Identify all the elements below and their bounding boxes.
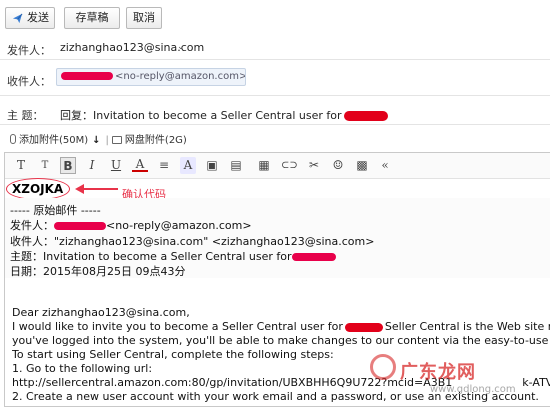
quote-subject-label: 主题：: [10, 250, 43, 263]
quote-date: 日期：2015年08月25日 09点43分: [10, 263, 550, 279]
quote-date-label: 日期：: [10, 265, 43, 278]
from-label: 发件人：: [7, 44, 51, 57]
quote-divider: ----- 原始邮件 -----: [10, 204, 101, 217]
collapse-icon[interactable]: «: [377, 157, 393, 174]
subject-redaction: [291, 253, 336, 261]
body-line: I would like to invite you to become a S…: [12, 320, 550, 333]
underline-icon[interactable]: U: [108, 157, 124, 174]
align-icon[interactable]: ≡: [156, 157, 172, 174]
annotation-arrow-icon: [75, 184, 118, 194]
highlight-color-icon[interactable]: A: [180, 157, 196, 174]
subject-redaction: [343, 111, 388, 121]
netdisk-attachment-link[interactable]: 网盘附件(2G): [125, 135, 187, 146]
watermark: 广东龙网: [400, 362, 476, 383]
divider: [0, 95, 550, 96]
name-redaction: [54, 222, 106, 230]
quote-from: 发件人： <no-reply@amazon.com>: [10, 217, 550, 233]
arrow-down-icon[interactable]: ↓: [92, 135, 100, 146]
attachment-row: 添加附件(50M) ↓ | 网盘附件(2G): [10, 131, 187, 146]
annotation-circle: [6, 178, 70, 200]
quote-subject: 主题：Invitation to become a Seller Central…: [10, 248, 550, 264]
scissors-icon[interactable]: ✂: [306, 157, 322, 174]
invitation-url-tail: k-ATVP: [522, 376, 550, 389]
table-icon[interactable]: ▣: [204, 157, 220, 174]
divider: [0, 59, 550, 60]
italic-icon[interactable]: I: [84, 157, 100, 174]
to-field[interactable]: <no-reply@amazon.com>×: [56, 68, 246, 86]
body-text: 2. Create a new user account with your w…: [12, 390, 489, 403]
quote-date-value: 2015年08月25日 09点43分: [43, 265, 186, 278]
watermark-url: www.gdlong.com: [430, 384, 516, 395]
editor-toolbar: T T B I U A ≡ A ▣ ▤ ▦ ⊂⊃ ✂ ☺ ▩ «: [5, 153, 550, 179]
quote-to-label: 收件人：: [10, 235, 54, 248]
emoji-icon[interactable]: ☺: [330, 157, 346, 174]
divider: [0, 124, 550, 125]
link-icon[interactable]: ⊂⊃: [281, 157, 298, 174]
font-size-icon[interactable]: T: [37, 157, 53, 174]
send-icon: [12, 13, 23, 24]
image-icon[interactable]: ▦: [256, 157, 272, 174]
body-text: Seller Central is the Web site manager: [384, 320, 550, 333]
quote-from-value: <no-reply@amazon.com>: [106, 219, 252, 232]
company-redaction: [344, 322, 383, 332]
quote-to: 收件人："zizhanghao123@sina.com" <zizhanghao…: [10, 233, 550, 249]
save-draft-button[interactable]: 存草稿: [64, 7, 120, 29]
quote-from-label: 发件人：: [10, 219, 54, 232]
bold-icon[interactable]: B: [60, 157, 76, 174]
paperclip-icon: [10, 134, 16, 144]
send-button[interactable]: 发送: [5, 7, 55, 29]
font-color-icon[interactable]: A: [132, 157, 148, 172]
font-family-icon[interactable]: T: [13, 157, 29, 174]
send-button-label: 发送: [27, 11, 49, 24]
quote-subject-value: Invitation to become a Seller Central us…: [43, 250, 292, 263]
stationery-icon[interactable]: ▩: [354, 157, 370, 174]
list-icon[interactable]: ▤: [228, 157, 244, 174]
subject-label: 主 题：: [7, 109, 44, 122]
compose-toolbar: 发送 存草稿 取消: [0, 0, 550, 36]
to-label: 收件人：: [7, 75, 51, 88]
subject-input[interactable]: 回复：Invitation to become a Seller Central…: [60, 107, 388, 123]
subject-text: 回复：Invitation to become a Seller Central…: [60, 109, 342, 122]
netdisk-icon: [111, 136, 122, 144]
chevron-down-icon[interactable]: ⌄: [177, 42, 185, 52]
recipient-name-redaction: [61, 72, 113, 80]
quote-to-value: "zizhanghao123@sina.com" <zizhanghao123@…: [54, 235, 375, 248]
body-text: I would like to invite you to become a S…: [12, 320, 343, 333]
recipient-token[interactable]: <no-reply@amazon.com>: [115, 71, 245, 82]
watermark-logo-icon: [370, 354, 396, 380]
cancel-button[interactable]: 取消: [126, 7, 162, 29]
separator: |: [105, 135, 109, 146]
body-line: Dear zizhanghao123@sina.com,: [12, 306, 190, 319]
add-attachment-link[interactable]: 添加附件(50M): [19, 135, 88, 146]
body-line: you've logged into the system, you'll be…: [12, 334, 550, 347]
